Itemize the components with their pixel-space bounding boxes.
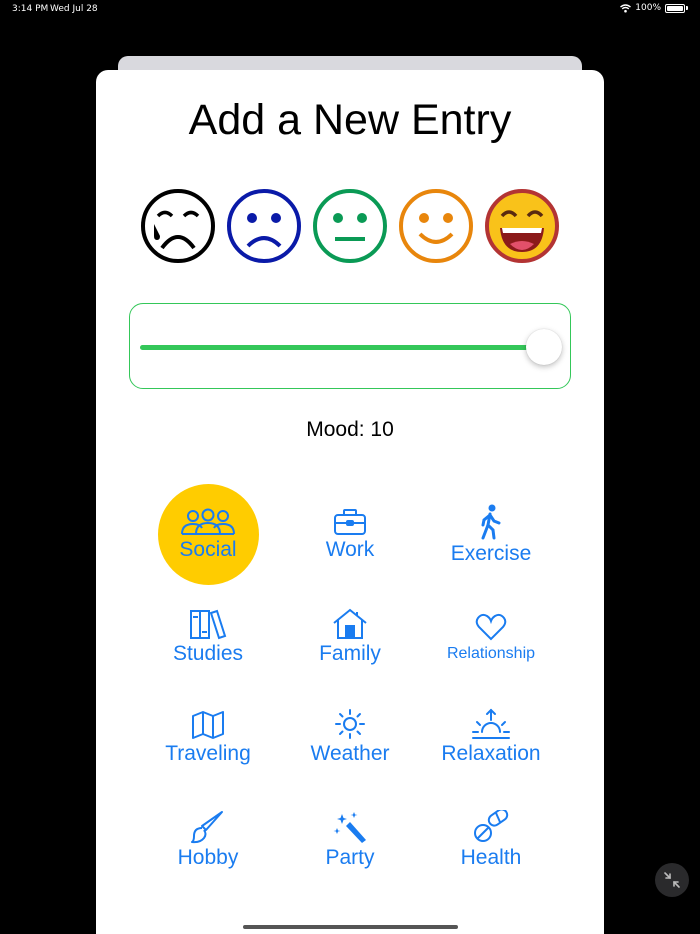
category-label: Traveling	[165, 742, 251, 765]
category-label: Exercise	[450, 542, 532, 565]
sunrise-icon	[472, 708, 510, 739]
category-weather[interactable]: Weather	[295, 708, 405, 798]
category-social[interactable]: Social	[153, 508, 263, 598]
category-traveling[interactable]: Traveling	[153, 710, 263, 800]
category-relaxation[interactable]: Relaxation	[436, 708, 546, 798]
category-relationship[interactable]: Relationship	[436, 613, 546, 703]
walking-figure-icon	[481, 504, 501, 540]
category-label: Relaxation	[441, 742, 541, 765]
battery-icon	[665, 3, 685, 13]
category-label: Work	[325, 538, 375, 561]
status-bar: 3:14 PM Wed Jul 28 100%	[0, 0, 700, 18]
category-hobby[interactable]: Hobby	[153, 810, 263, 900]
category-label: Weather	[310, 742, 390, 765]
category-work[interactable]: Work	[295, 508, 405, 598]
map-icon	[192, 711, 224, 739]
category-studies[interactable]: Studies	[153, 608, 263, 698]
magic-wand-icon	[333, 812, 366, 843]
wifi-icon	[620, 3, 632, 12]
pills-icon	[474, 810, 509, 842]
books-icon	[190, 609, 227, 640]
battery-percent: 100%	[635, 3, 661, 13]
category-label: Relationship	[446, 645, 536, 662]
category-label: Hobby	[177, 846, 239, 869]
sun-icon	[335, 709, 365, 739]
category-party[interactable]: Party	[295, 810, 405, 900]
category-label: Social	[179, 538, 237, 561]
collapse-arrows-icon	[664, 872, 680, 888]
paintbrush-icon	[191, 811, 223, 844]
home-indicator	[243, 925, 458, 929]
people-icon	[181, 508, 235, 535]
status-date: Wed Jul 28	[50, 4, 98, 14]
category-label: Family	[319, 642, 381, 665]
status-right: 100%	[620, 3, 688, 13]
category-exercise[interactable]: Exercise	[436, 504, 546, 594]
battery-tip	[686, 6, 688, 10]
category-label: Studies	[172, 642, 244, 665]
status-time: 3:14 PM	[12, 4, 49, 14]
category-family[interactable]: Family	[295, 608, 405, 698]
category-grid: Social Work Exercise Studies Family Rela…	[96, 70, 604, 934]
collapse-button[interactable]	[655, 863, 689, 897]
heart-icon	[475, 613, 507, 641]
briefcase-icon	[334, 509, 366, 535]
house-icon	[333, 608, 367, 639]
category-label: Health	[460, 846, 522, 869]
new-entry-sheet: Add a New Entry Mood: 10 Social Work Exe…	[96, 70, 604, 934]
category-health[interactable]: Health	[436, 810, 546, 900]
category-label: Party	[325, 846, 375, 869]
